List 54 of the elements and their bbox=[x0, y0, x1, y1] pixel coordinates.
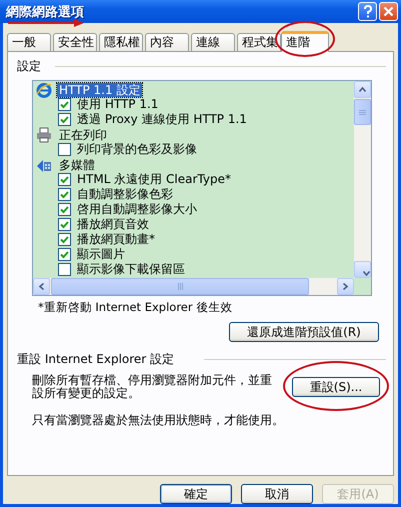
tab[interactable]: 隱私權 bbox=[99, 33, 143, 51]
scroll-down-button[interactable] bbox=[354, 261, 371, 278]
option-label: 自動調整影像色彩 bbox=[77, 186, 173, 203]
tab[interactable]: 一般 bbox=[7, 33, 51, 51]
reset-description: 刪除所有暫存檔、停用瀏覽器附加元件，並重設所有變更的設定。 bbox=[32, 374, 273, 400]
dialog-button: 套用(A) bbox=[322, 484, 394, 504]
option-label: 顯示圖片 bbox=[77, 246, 125, 263]
checkbox[interactable] bbox=[58, 173, 71, 186]
dialog-button[interactable]: 確定 bbox=[160, 484, 232, 504]
option-label: 使用 HTTP 1.1 bbox=[77, 96, 158, 113]
grip-icon bbox=[178, 283, 182, 290]
option-label: 顯示影像下載保留區 bbox=[77, 261, 185, 278]
restore-defaults-button[interactable]: 還原成進階預設值(R) bbox=[229, 322, 379, 342]
category-label[interactable]: 正在列印 bbox=[57, 128, 109, 142]
option-label: 啓用自動調整影像大小 bbox=[77, 201, 197, 218]
group-label: 重設 Internet Explorer 設定 bbox=[17, 351, 174, 368]
tab[interactable]: 內容 bbox=[145, 33, 189, 51]
reset-button[interactable]: 重設(S)... bbox=[292, 377, 380, 397]
help-button[interactable] bbox=[358, 2, 377, 21]
scroll-thumb[interactable] bbox=[354, 99, 371, 125]
option-label: HTML 永遠使用 ClearType* bbox=[77, 171, 231, 188]
window-title: 網際網路選項 bbox=[6, 4, 85, 20]
scroll-left-button[interactable] bbox=[33, 278, 50, 295]
option-label: 透過 Proxy 連線使用 HTTP 1.1 bbox=[77, 111, 247, 128]
scroll-right-button[interactable] bbox=[337, 278, 354, 295]
tab[interactable]: 安全性 bbox=[53, 33, 97, 51]
reset-hint: 只有當瀏覽器處於無法使用狀態時，才能使用。 bbox=[32, 412, 285, 429]
dialog-button[interactable]: 取消 bbox=[241, 484, 313, 504]
close-button[interactable] bbox=[379, 2, 398, 21]
help-icon bbox=[362, 5, 372, 18]
grip-icon bbox=[359, 110, 366, 114]
checkbox[interactable] bbox=[58, 188, 71, 201]
tab[interactable]: 連線 bbox=[191, 33, 235, 51]
option-label: 播放網頁動畫* bbox=[77, 231, 155, 248]
checkbox[interactable] bbox=[58, 203, 71, 216]
checkbox[interactable] bbox=[58, 98, 71, 111]
checkbox[interactable] bbox=[58, 218, 71, 231]
checkbox[interactable] bbox=[58, 248, 71, 261]
close-icon bbox=[383, 6, 394, 17]
globe-icon bbox=[36, 82, 52, 98]
option-label: 列印背景的色彩及影像 bbox=[77, 141, 197, 158]
category-label[interactable]: HTTP 1.1 設定 bbox=[57, 82, 142, 96]
restart-note: *重新啓動 Internet Explorer 後生效 bbox=[38, 300, 234, 315]
scroll-thumb[interactable] bbox=[51, 278, 309, 295]
group-label: 設定 bbox=[17, 58, 41, 75]
option-label: 播放網頁音效 bbox=[77, 216, 149, 233]
category-label[interactable]: 多媒體 bbox=[57, 158, 97, 172]
printer-icon bbox=[36, 126, 52, 142]
checkbox[interactable] bbox=[58, 143, 71, 156]
checkbox[interactable] bbox=[58, 233, 71, 246]
scroll-up-button[interactable] bbox=[354, 81, 371, 98]
tab[interactable]: 進階 bbox=[281, 31, 329, 52]
checkbox[interactable] bbox=[58, 263, 71, 276]
checkbox[interactable] bbox=[58, 113, 71, 126]
